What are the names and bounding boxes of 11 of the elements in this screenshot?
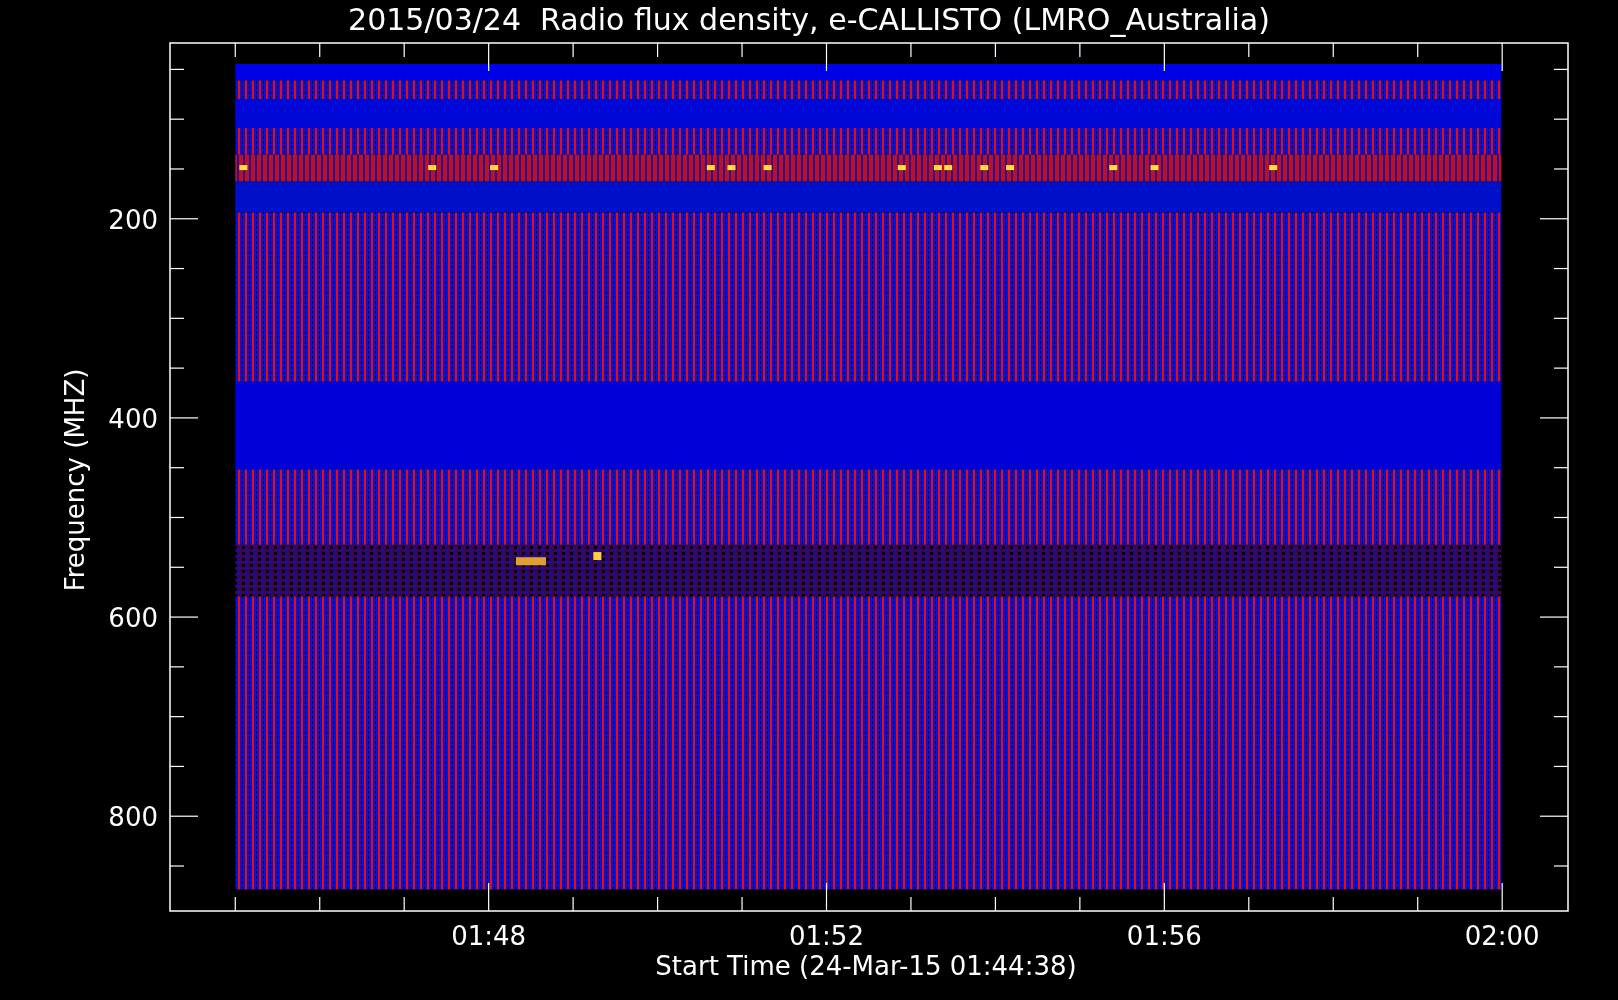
tick-label: 01:56 [1126,921,1202,951]
plot-title: 2015/03/24 Radio flux density, e-CALLISTO (LMRO_Australia) [348,2,1270,37]
tick-label: 800 [108,802,158,833]
tick-label: 200 [108,204,158,235]
axis-label: Start Time (24-Mar-15 01:44:38) [655,951,1077,981]
tick-label: 400 [108,403,158,434]
tick-label: 01:48 [451,921,527,951]
tick-label: 600 [108,603,158,634]
axis-label: Frequency (MHZ) [60,368,90,592]
tick-label: 02:00 [1464,921,1540,951]
tick-label: 01:52 [789,921,864,951]
